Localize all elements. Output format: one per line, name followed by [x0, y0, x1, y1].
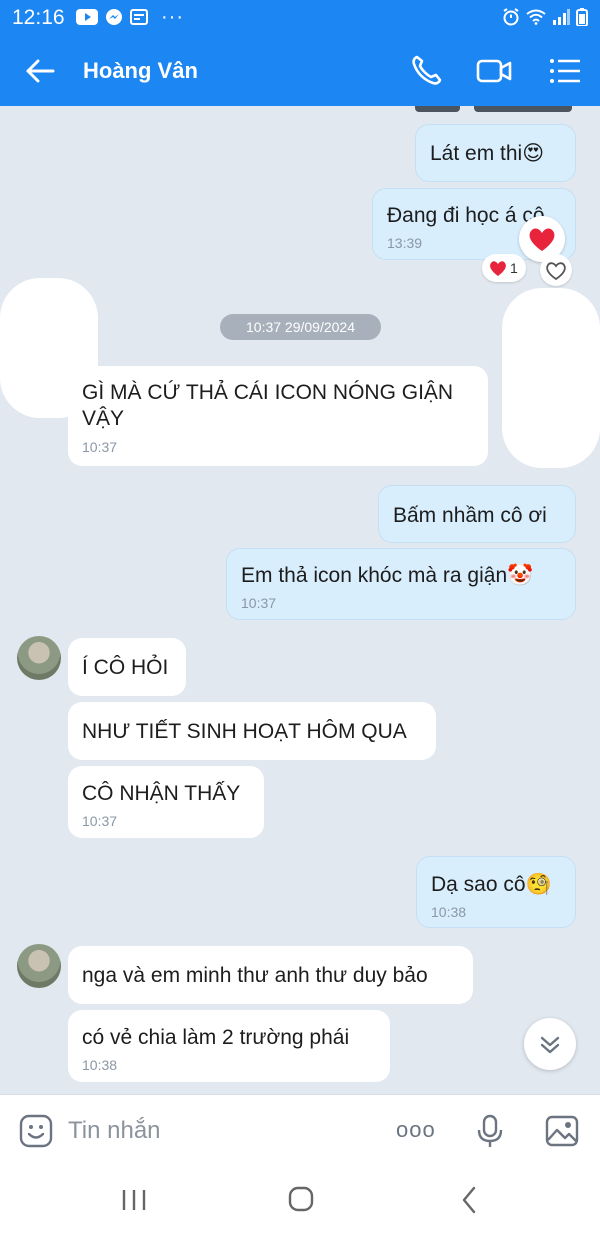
- contact-avatar[interactable]: [17, 944, 61, 988]
- microphone-icon[interactable]: [472, 1113, 508, 1149]
- battery-icon: [576, 8, 588, 26]
- contact-name[interactable]: Hoàng Vân: [83, 58, 198, 84]
- message-composer: ooo: [0, 1094, 600, 1166]
- message-time: 10:38: [82, 1057, 118, 1074]
- menu-icon[interactable]: [546, 51, 586, 91]
- message-text: CÔ NHẬN THẤY: [82, 782, 241, 805]
- message-bubble-incoming[interactable]: có vẻ chia làm 2 trường phái 10:38: [68, 1010, 390, 1082]
- message-text: Em thả icon khóc mà ra giận🤡: [241, 564, 534, 587]
- message-bubble-incoming[interactable]: NHƯ TIẾT SINH HOẠT HÔM QUA: [68, 702, 436, 760]
- messenger-icon: [106, 9, 122, 25]
- like-button[interactable]: [540, 254, 572, 286]
- recent-apps-icon[interactable]: [114, 1182, 154, 1218]
- message-bubble-incoming[interactable]: nga và em minh thư anh thư duy bảo: [68, 946, 473, 1004]
- back-icon[interactable]: [450, 1182, 490, 1218]
- system-navigation-bar: [0, 1166, 600, 1234]
- message-text: nga và em minh thư anh thư duy bảo: [82, 964, 428, 987]
- message-text: GÌ MÀ CỨ THẢ CÁI ICON NÓNG GIẬN VẬY: [82, 381, 454, 431]
- message-text: Bấm nhầm cô ơi: [393, 504, 547, 527]
- video-call-icon[interactable]: [474, 51, 514, 91]
- message-bubble-incoming[interactable]: Í CÔ HỎI: [68, 638, 186, 696]
- scroll-to-bottom-button[interactable]: [524, 1018, 576, 1070]
- home-icon[interactable]: [281, 1182, 321, 1218]
- message-bubble-outgoing[interactable]: Bấm nhầm cô ơi: [378, 485, 576, 543]
- alarm-icon: [503, 8, 519, 26]
- message-text: có vẻ chia làm 2 trường phái: [82, 1026, 350, 1049]
- message-time: 10:37: [241, 595, 277, 612]
- message-text: Dạ sao cô🧐: [431, 873, 552, 896]
- double-chevron-down-icon: [540, 1036, 560, 1054]
- signal-icon: [553, 9, 570, 25]
- reaction-count-badge[interactable]: 1: [482, 254, 526, 282]
- reaction-count: 1: [510, 260, 518, 276]
- message-text: Í CÔ HỎI: [82, 656, 169, 679]
- chat-header: Hoàng Vân: [0, 36, 600, 106]
- sticker-icon[interactable]: [18, 1113, 54, 1149]
- more-options-icon[interactable]: ooo: [396, 1117, 436, 1143]
- image-icon[interactable]: [544, 1113, 580, 1149]
- message-bubble-outgoing[interactable]: Lát em thi😍: [415, 124, 576, 182]
- message-bubble-incoming[interactable]: GÌ MÀ CỨ THẢ CÁI ICON NÓNG GIẬN VẬY 10:3…: [68, 366, 488, 466]
- previous-image-edge: [415, 106, 460, 112]
- previous-image-edge: [474, 106, 572, 112]
- message-bubble-outgoing[interactable]: Dạ sao cô🧐 10:38: [416, 856, 576, 928]
- status-more-icon: ···: [161, 6, 184, 28]
- redaction-scribble: [502, 288, 600, 468]
- status-bar: 12:16 ···: [0, 0, 600, 36]
- status-time: 12:16: [12, 6, 65, 29]
- heart-outline-icon: [546, 262, 566, 281]
- news-icon: [130, 9, 148, 25]
- message-bubble-incoming[interactable]: CÔ NHẬN THẤY 10:37: [68, 766, 264, 838]
- message-time: 10:37: [82, 438, 118, 455]
- message-bubble-outgoing[interactable]: Em thả icon khóc mà ra giận🤡 10:37: [226, 548, 576, 620]
- heart-icon: [490, 261, 506, 276]
- message-input[interactable]: [68, 1113, 368, 1149]
- message-time: 10:38: [431, 904, 467, 921]
- message-text: Lát em thi😍: [430, 142, 545, 165]
- youtube-icon: [76, 9, 98, 25]
- date-separator: 10:37 29/09/2024: [220, 314, 381, 340]
- back-arrow-icon[interactable]: [22, 53, 58, 89]
- phone-icon[interactable]: [406, 51, 446, 91]
- message-text: NHƯ TIẾT SINH HOẠT HÔM QUA: [82, 720, 407, 743]
- chat-area[interactable]: Lát em thi😍 Đang đi học á cô 13:39 1 10:…: [0, 106, 600, 1094]
- wifi-icon: [526, 9, 546, 25]
- contact-avatar[interactable]: [17, 636, 61, 680]
- message-time: 10:37: [82, 813, 118, 830]
